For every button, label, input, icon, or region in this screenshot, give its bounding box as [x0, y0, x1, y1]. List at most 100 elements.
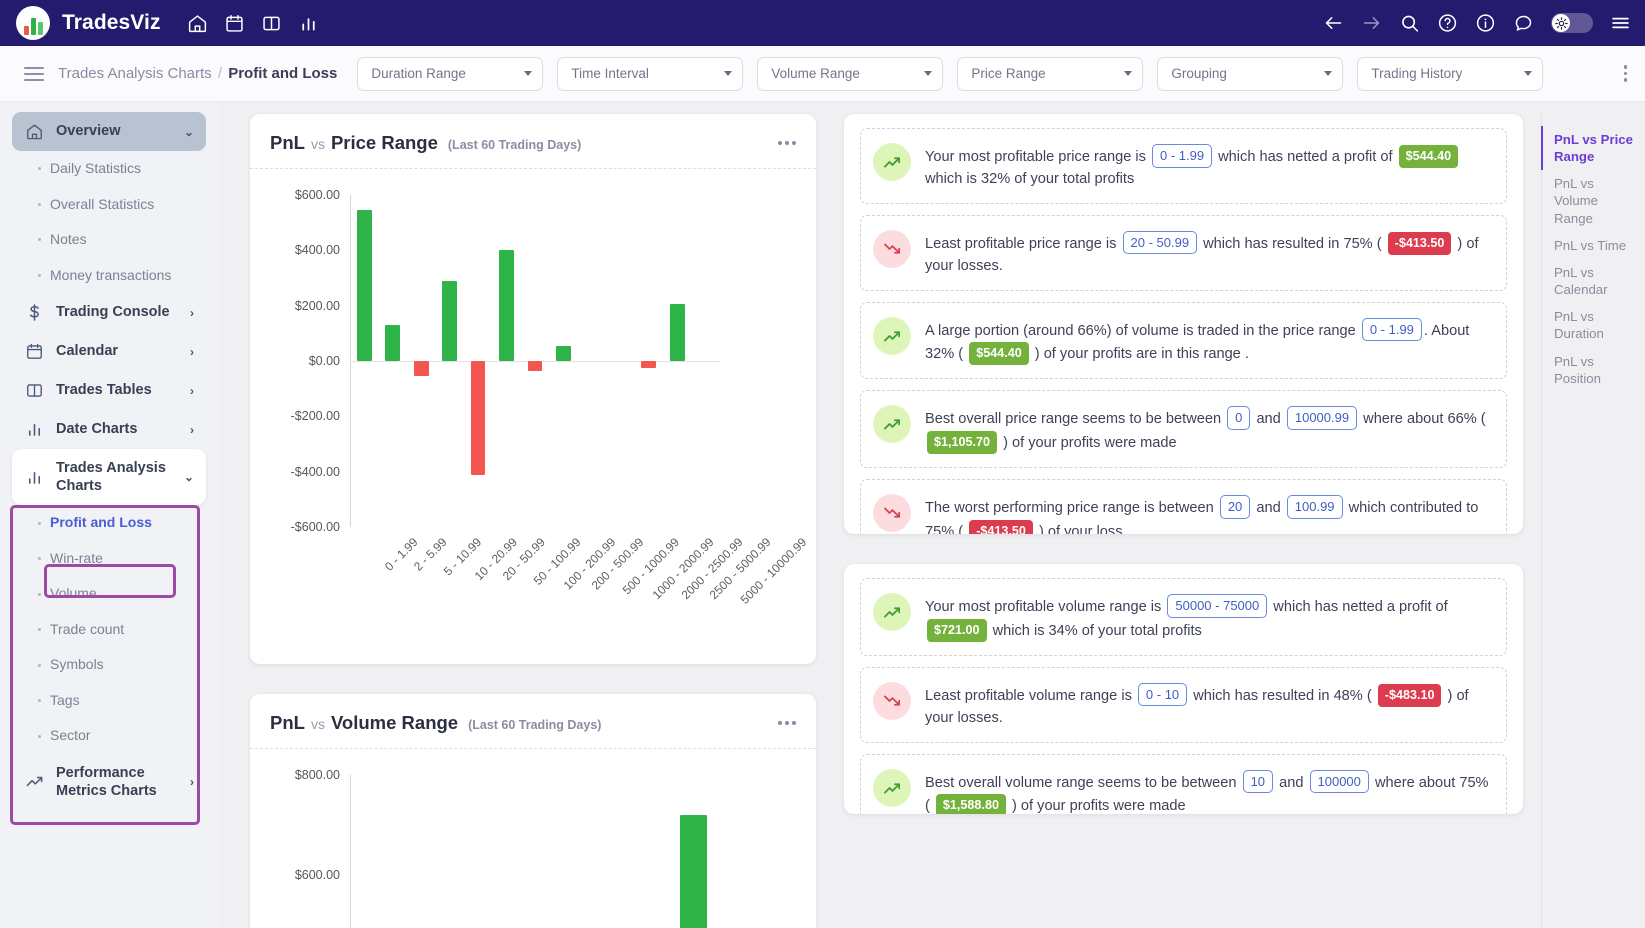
chart-bar[interactable]: [641, 361, 657, 368]
sidebar-group-label: Trades Analysis Charts: [56, 460, 166, 495]
chart-title-metric: PnL: [270, 132, 305, 153]
chart-bar[interactable]: [669, 304, 685, 361]
sidebar-group-date-charts[interactable]: Date Charts ›: [12, 410, 206, 449]
insight-row: The worst performing price range is betw…: [860, 479, 1507, 534]
y-axis-tick-label: -$400.00: [290, 464, 340, 479]
sidebar-item-profit-and-loss[interactable]: Profit and Loss: [12, 505, 206, 541]
search-icon[interactable]: [1399, 13, 1420, 34]
sidebar-item-symbols[interactable]: Symbols: [12, 647, 206, 683]
chart-bar[interactable]: [442, 280, 457, 361]
toc-item-pnl-vs-calendar[interactable]: PnL vs Calendar: [1542, 259, 1645, 303]
sidebar-group-label: Trading Console: [56, 304, 170, 321]
chart-bar[interactable]: [499, 250, 514, 361]
insights-panel-price-range: Your most profitable price range is 0 - …: [844, 114, 1523, 534]
bar-chart-icon[interactable]: [298, 13, 319, 34]
filter-select-grouping[interactable]: Grouping: [1157, 56, 1344, 91]
y-axis-tick-label: $400.00: [294, 243, 340, 258]
toc-item-pnl-vs-position[interactable]: PnL vs Position: [1542, 348, 1645, 392]
chevron-down-icon: [924, 71, 933, 76]
columns-icon[interactable]: [261, 13, 282, 34]
filter-select-time-interval[interactable]: Time Interval: [557, 56, 744, 91]
sidebar-item-volume[interactable]: Volume: [12, 576, 206, 612]
filter-select-trading-history[interactable]: Trading History: [1357, 56, 1544, 91]
insight-profit-badge: $721.00: [927, 618, 987, 642]
help-icon[interactable]: [1437, 13, 1458, 34]
insight-value-pill: 0 - 10: [1137, 682, 1188, 707]
toc-item-pnl-vs-volume-range[interactable]: PnL vs Volume Range: [1542, 170, 1645, 231]
sidebar-group-performance-metrics-charts[interactable]: Performance Metrics Charts ›: [12, 754, 206, 810]
home-icon[interactable]: [187, 13, 208, 34]
sidebar-group-trading-console[interactable]: Trading Console ›: [12, 293, 206, 332]
insight-text: Least profitable volume range is 0 - 10 …: [925, 680, 1490, 730]
breadcrumb-separator: /: [217, 65, 223, 82]
chart-title-vs: vs: [310, 716, 325, 732]
sidebar-item-label: Trade count: [50, 620, 125, 637]
insight-value-pill: 20: [1219, 495, 1251, 519]
insight-profit-badge: $544.40: [1398, 145, 1459, 168]
chart-title-vs: vs: [310, 136, 325, 152]
chevron-down-icon: ⌄: [183, 124, 194, 139]
filter-select-volume-range[interactable]: Volume Range: [757, 56, 944, 91]
chart-bar[interactable]: [356, 210, 372, 361]
bullet-icon: [38, 273, 41, 277]
chart-title: PnL vs Price Range (Last 60 Trading Days): [270, 132, 581, 154]
insight-value-pill: 0 - 1.99: [1361, 317, 1422, 342]
sidebar-group-calendar[interactable]: Calendar ›: [12, 332, 206, 371]
forward-arrow-icon[interactable]: [1361, 13, 1382, 34]
insight-text: The worst performing price range is betw…: [925, 492, 1490, 534]
chat-icon[interactable]: [1513, 13, 1534, 34]
chart-menu-icon[interactable]: [778, 721, 796, 725]
sidebar-item-notes[interactable]: Notes: [12, 222, 206, 258]
sidebar-toggle-icon[interactable]: [24, 66, 44, 81]
back-arrow-icon[interactable]: [1323, 13, 1344, 34]
breadcrumb-parent[interactable]: Trades Analysis Charts: [58, 65, 212, 82]
chart-card-0: PnL vs Price Range (Last 60 Trading Days) $6…: [250, 114, 816, 664]
main-content: PnL vs Price Range (Last 60 Trading Days) $6…: [218, 102, 1645, 928]
toc-item-pnl-vs-time[interactable]: PnL vs Time: [1542, 232, 1645, 259]
sidebar-item-tags[interactable]: Tags: [12, 683, 206, 719]
chart-menu-icon[interactable]: [778, 141, 796, 145]
chevron-down-icon: [524, 71, 533, 76]
insight-text: Your most profitable price range is 0 - …: [925, 141, 1490, 191]
sidebar-item-win-rate[interactable]: Win-rate: [12, 541, 206, 577]
insight-loss-badge: -$413.50: [1387, 231, 1452, 255]
sidebar-item-money-transactions[interactable]: Money transactions: [12, 258, 206, 294]
chart-bar[interactable]: [527, 361, 543, 371]
hamburger-menu-icon[interactable]: [1610, 13, 1631, 34]
trend-up-icon: [24, 772, 44, 791]
calendar-icon[interactable]: [224, 13, 245, 34]
chart-bar[interactable]: [556, 345, 571, 361]
insight-value-pill: 100.99: [1286, 495, 1343, 519]
insight-text: Best overall price range seems to be bet…: [925, 403, 1490, 455]
trend-down-icon: [873, 229, 911, 268]
toolbar-overflow-menu-icon[interactable]: [1618, 61, 1634, 86]
sidebar-item-trade-count[interactable]: Trade count: [12, 612, 206, 648]
y-axis-tick-label: -$200.00: [290, 409, 340, 424]
toc-item-pnl-vs-duration[interactable]: PnL vs Duration: [1542, 303, 1645, 347]
trend-down-icon: [873, 494, 911, 533]
insight-text: Least profitable price range is 20 - 50.…: [925, 228, 1490, 278]
sidebar-group-overview[interactable]: Overview ⌄: [12, 112, 206, 151]
chart-bar[interactable]: [679, 815, 708, 928]
sidebar-group-label: Overview: [56, 123, 121, 140]
theme-toggle[interactable]: [1551, 13, 1593, 33]
filter-select-price-range[interactable]: Price Range: [957, 56, 1144, 91]
brand-name: TradesViz: [62, 11, 161, 34]
sidebar-item-label: Volume: [50, 585, 97, 602]
tradesviz-logo-icon: [16, 6, 50, 40]
sidebar-group-trades-tables[interactable]: Trades Tables ›: [12, 371, 206, 410]
y-axis-tick-label: $600.00: [294, 868, 340, 882]
sidebar-group-trades-analysis-charts[interactable]: Trades Analysis Charts ⌄: [12, 449, 206, 506]
toc-item-pnl-vs-price-range[interactable]: PnL vs Price Range: [1541, 126, 1645, 171]
sidebar-item-sector[interactable]: Sector: [12, 718, 206, 754]
chart-subtitle: (Last 60 Trading Days): [468, 718, 602, 732]
chart-bar[interactable]: [385, 325, 401, 361]
chart-bar[interactable]: [413, 361, 429, 377]
filter-select-duration-range[interactable]: Duration Range: [357, 56, 544, 91]
sidebar-item-daily-statistics[interactable]: Daily Statistics: [12, 151, 206, 187]
columns-icon: [24, 381, 44, 400]
info-icon[interactable]: [1475, 13, 1496, 34]
chart-bar[interactable]: [470, 361, 486, 476]
sidebar-item-overall-statistics[interactable]: Overall Statistics: [12, 187, 206, 223]
brand[interactable]: TradesViz: [16, 6, 161, 40]
